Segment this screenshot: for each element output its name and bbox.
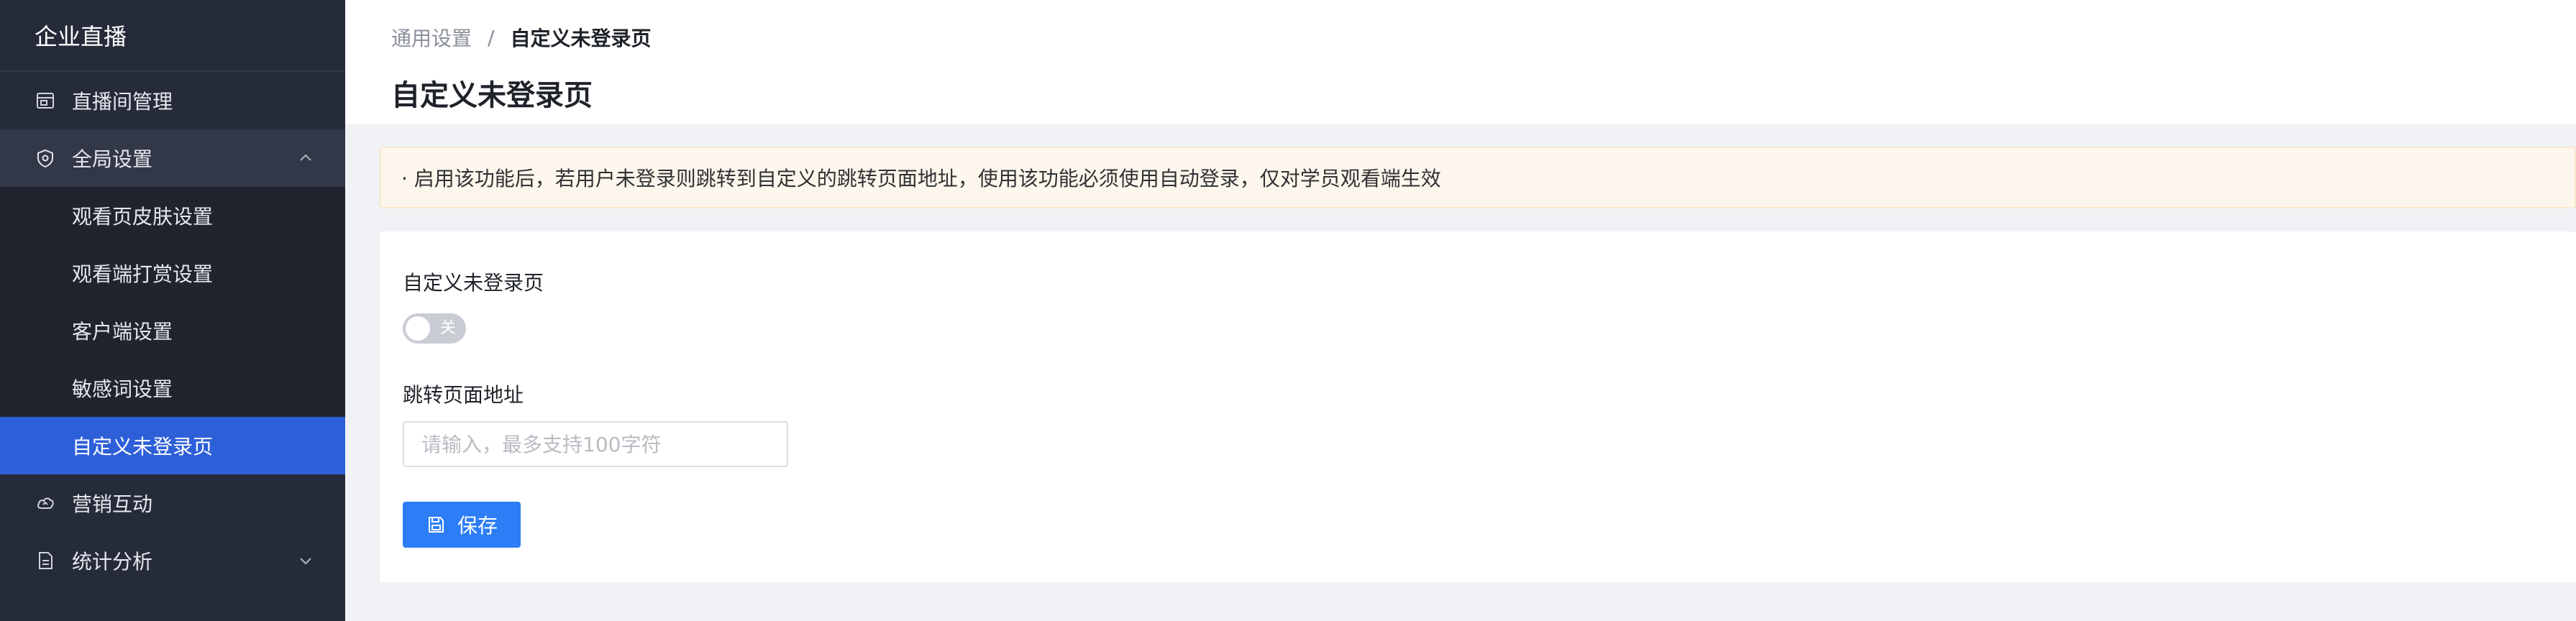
- sidebar-item-label: 全局设置: [72, 147, 153, 171]
- breadcrumb-parent-link[interactable]: 通用设置: [391, 23, 472, 52]
- info-notice: · 启用该功能后，若用户未登录则跳转到自定义的跳转页面地址，使用该功能必须使用自…: [380, 147, 2576, 208]
- breadcrumb: 通用设置 / 自定义未登录页: [391, 23, 651, 52]
- global-settings-submenu: 观看页皮肤设置 观看端打赏设置 客户端设置 敏感词设置 自定义未登录页: [0, 187, 345, 474]
- page-title: 自定义未登录页: [391, 79, 593, 112]
- breadcrumb-separator: /: [488, 25, 495, 50]
- sidebar-subitem-reward-settings[interactable]: 观看端打赏设置: [0, 244, 345, 302]
- monitor-icon: [35, 90, 56, 111]
- url-field-label: 跳转页面地址: [403, 383, 524, 407]
- settings-card: 自定义未登录页 关 跳转页面地址 保存: [380, 231, 2576, 582]
- sidebar-item-statistics[interactable]: 统计分析: [0, 532, 345, 589]
- redirect-url-input[interactable]: [403, 421, 788, 467]
- main-content: 通用设置 / 自定义未登录页 自定义未登录页 · 启用该功能后，若用户未登录则跳…: [345, 0, 2576, 621]
- sidebar-subitem-custom-login-page[interactable]: 自定义未登录页: [0, 417, 345, 474]
- save-button-label: 保存: [457, 514, 498, 538]
- breadcrumb-current: 自定义未登录页: [510, 27, 652, 50]
- page-header: 通用设置 / 自定义未登录页 自定义未登录页: [345, 0, 2576, 124]
- save-icon: [426, 515, 446, 535]
- sidebar-subitem-label: 客户端设置: [72, 320, 173, 344]
- cloud-icon: [35, 492, 56, 514]
- sidebar-item-label: 统计分析: [72, 550, 153, 574]
- custom-login-page-toggle[interactable]: 关: [403, 313, 466, 344]
- save-button[interactable]: 保存: [403, 502, 521, 548]
- sidebar-item-label: 直播间管理: [72, 90, 173, 114]
- sidebar-subitem-skin-settings[interactable]: 观看页皮肤设置: [0, 187, 345, 244]
- sidebar-subitem-label: 敏感词设置: [72, 377, 173, 401]
- sidebar-item-marketing[interactable]: 营销互动: [0, 474, 345, 532]
- notice-text: · 启用该功能后，若用户未登录则跳转到自定义的跳转页面地址，使用该功能必须使用自…: [401, 167, 1441, 190]
- sidebar-subitem-label: 自定义未登录页: [72, 435, 214, 459]
- sidebar-subitem-sensitive-words[interactable]: 敏感词设置: [0, 359, 345, 417]
- sidebar-subitem-client-settings[interactable]: 客户端设置: [0, 302, 345, 359]
- sidebar-item-label: 营销互动: [72, 492, 153, 516]
- sidebar-subitem-label: 观看端打赏设置: [72, 262, 214, 286]
- chevron-down-icon[interactable]: [295, 550, 316, 571]
- sidebar-item-global-settings[interactable]: 全局设置: [0, 129, 345, 187]
- toggle-field-label: 自定义未登录页: [403, 271, 544, 295]
- sidebar-subitem-label: 观看页皮肤设置: [72, 205, 214, 229]
- chevron-up-icon[interactable]: [295, 147, 316, 169]
- sidebar: 企业直播 直播间管理 全局设置 观看页皮肤设置 观看端打赏设置 客户端设置 敏感…: [0, 0, 345, 621]
- toggle-state-text: 关: [439, 319, 456, 337]
- sidebar-item-live-room-management[interactable]: 直播间管理: [0, 72, 345, 129]
- brand-title: 企业直播: [0, 0, 345, 72]
- toggle-knob: [406, 316, 430, 341]
- document-icon: [35, 550, 56, 571]
- shield-icon: [35, 147, 56, 169]
